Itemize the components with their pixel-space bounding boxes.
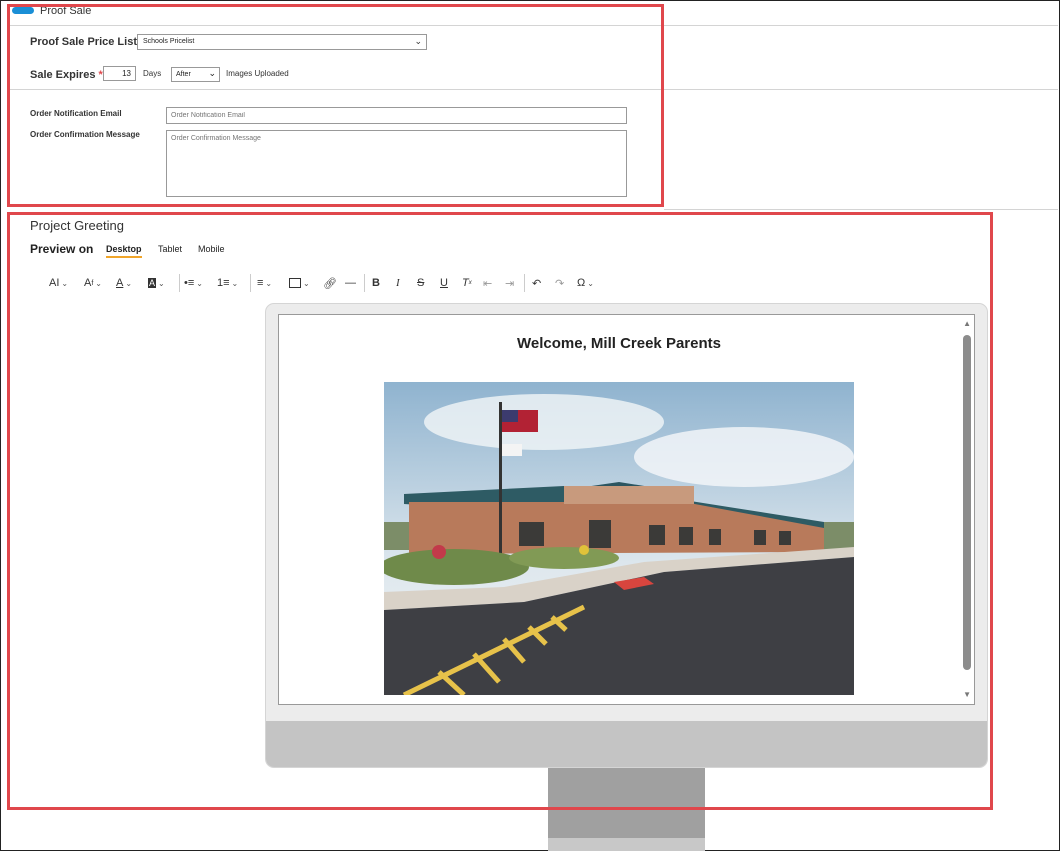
monitor-stand-base xyxy=(548,838,705,851)
highlight-box-project-greeting xyxy=(7,212,993,810)
divider xyxy=(664,209,1058,210)
highlight-box-proof-sale xyxy=(7,4,664,207)
